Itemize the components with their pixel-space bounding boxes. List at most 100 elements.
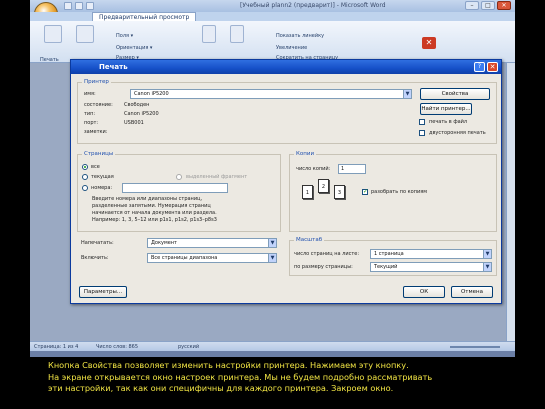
scale-group: Масштаб число страниц на листе: 1 страни… — [289, 237, 497, 276]
zoom-slider[interactable] — [450, 346, 500, 348]
print-what-select[interactable]: Документ ▼ — [147, 238, 277, 248]
ok-button[interactable]: ОК — [403, 286, 445, 298]
printer-port-value: USB001 — [124, 120, 144, 126]
ribbon-margins[interactable]: Поля ▾ — [116, 33, 133, 39]
fit-page-value: Текущий — [374, 264, 398, 270]
fit-page-label: по размеру страницы: — [294, 264, 353, 270]
subtitle-line-3: эти настройки, так как они специфичны дл… — [48, 383, 394, 393]
pages-selection-radio[interactable] — [176, 174, 182, 180]
chevron-down-icon[interactable]: ▼ — [268, 239, 276, 247]
scale-legend: Масштаб — [294, 237, 325, 243]
close-icon[interactable]: ✕ — [497, 1, 511, 10]
printer-status-label: состояние: — [84, 102, 113, 108]
duplex-checkbox[interactable] — [419, 130, 425, 136]
fit-page-select[interactable]: Текущий ▼ — [370, 262, 492, 272]
collate-sheet-3-label: 3 — [337, 190, 342, 196]
properties-button[interactable]: Свойства — [420, 88, 490, 100]
copies-group: Копии число копий: 1 1 2 3 разобрать по … — [289, 151, 497, 232]
copies-value: 1 — [341, 166, 345, 172]
printer-notes-label: заметки: — [84, 129, 108, 135]
dialog-title: Печать — [99, 63, 128, 71]
collate-sheet-3: 3 — [334, 185, 345, 199]
collate-sheet-2-label: 2 — [321, 184, 326, 190]
copies-input[interactable]: 1 — [338, 164, 366, 174]
print-what-value: Документ — [151, 240, 177, 246]
pages-legend: Страницы — [82, 151, 116, 157]
pages-numbers-label: номера: — [91, 185, 113, 191]
pages-group: Страницы все текущая выделенный фрагмент… — [77, 151, 281, 232]
word-title-bar: [Учебный plann2 (предварит)] - Microsoft… — [30, 0, 515, 12]
include-select[interactable]: Все страницы диапазона ▼ — [147, 253, 277, 263]
pages-help-line-1: Введите номера или диапазоны страниц, — [92, 196, 203, 202]
printer-legend: Принтер — [82, 79, 111, 85]
one-page-icon[interactable] — [230, 25, 244, 43]
window-controls: – □ ✕ — [465, 1, 511, 10]
chevron-down-icon[interactable]: ▼ — [403, 90, 411, 98]
pages-per-sheet-value: 1 страница — [374, 251, 404, 257]
print-to-file-checkbox[interactable] — [419, 119, 425, 125]
minimize-icon[interactable]: – — [465, 1, 479, 10]
copies-label: число копий: — [296, 166, 331, 172]
redo-icon[interactable] — [86, 2, 94, 10]
print-to-file-label: печать в файл — [429, 119, 468, 125]
collate-sheet-1: 1 — [302, 185, 313, 199]
collate-sheet-1-label: 1 — [305, 190, 310, 196]
printer-status-value: Свободен — [124, 102, 150, 108]
collate-sheet-2: 2 — [318, 179, 329, 193]
pages-numbers-input[interactable] — [122, 183, 228, 193]
undo-icon[interactable] — [75, 2, 83, 10]
pages-current-label: текущая — [91, 174, 114, 180]
printer-type-label: тип: — [84, 111, 96, 117]
ribbon-orientation[interactable]: Ориентация ▾ — [116, 45, 152, 51]
maximize-icon[interactable]: □ — [481, 1, 495, 10]
printer-port-label: порт: — [84, 120, 99, 126]
pages-help-line-3: начинается от начала документа или разде… — [92, 210, 217, 216]
find-printer-button[interactable]: Найти принтер... — [420, 103, 472, 115]
copies-legend: Копии — [294, 151, 317, 157]
pages-all-label: все — [91, 164, 100, 170]
close-preview-icon[interactable]: ✕ — [422, 37, 436, 49]
dialog-title-bar: Печать ? ✕ — [71, 60, 501, 74]
status-page: Страница: 1 из 4 — [34, 344, 79, 350]
status-bar: Страница: 1 из 4 Число слов: 865 русский — [30, 341, 515, 351]
collate-label: разобрать по копиям — [371, 189, 428, 195]
dialog-close-icon[interactable]: ✕ — [487, 62, 498, 72]
chevron-down-icon[interactable]: ▼ — [483, 263, 491, 271]
status-language: русский — [178, 344, 200, 350]
include-label: Включить: — [81, 255, 109, 261]
pages-selection-label: выделенный фрагмент — [186, 174, 248, 180]
subtitle-line-1: Кнопка Свойства позволяет изменить настр… — [48, 360, 409, 370]
print-icon[interactable] — [44, 25, 62, 43]
status-words: Число слов: 865 — [96, 344, 139, 350]
subtitle-caption: Кнопка Свойства позволяет изменить настр… — [48, 360, 518, 395]
ribbon-show-ruler[interactable]: Показать линейку — [276, 33, 324, 39]
subtitle-line-2: На экране открывается окно настроек прин… — [48, 371, 433, 382]
print-dialog: Печать ? ✕ Принтер имя: Canon iP5200 ▼ С… — [70, 59, 502, 304]
pages-help-line-2: разделенные запятыми. Нумерация страниц — [92, 203, 211, 209]
pages-help-line-4: Например: 1, 3, 5–12 или p1s1, p1s2, p1s… — [92, 217, 217, 223]
screen: [Учебный plann2 (предварит)] - Microsoft… — [30, 0, 515, 357]
page-setup-icon[interactable] — [76, 25, 94, 43]
chevron-down-icon[interactable]: ▼ — [483, 250, 491, 258]
pages-all-radio[interactable] — [82, 164, 88, 170]
pages-numbers-radio[interactable] — [82, 185, 88, 191]
save-icon[interactable] — [64, 2, 72, 10]
duplex-label: двусторонняя печать — [429, 130, 486, 136]
vertical-scrollbar[interactable] — [506, 63, 515, 345]
pages-current-radio[interactable] — [82, 174, 88, 180]
ribbon-magnifier[interactable]: Увеличение — [276, 45, 307, 51]
window-title: [Учебный plann2 (предварит)] - Microsoft… — [240, 2, 386, 9]
pages-per-sheet-label: число страниц на листе: — [294, 251, 359, 257]
zoom-icon[interactable] — [202, 25, 216, 43]
collate-checkbox[interactable] — [362, 188, 368, 195]
printer-name-select[interactable]: Canon iP5200 ▼ — [130, 89, 412, 99]
printer-group: Принтер имя: Canon iP5200 ▼ Свойства сос… — [77, 79, 497, 144]
cancel-button[interactable]: Отмена — [451, 286, 493, 298]
printer-type-value: Canon iP5200 — [124, 111, 159, 117]
include-value: Все страницы диапазона — [151, 255, 218, 261]
print-what-label: Напечатать: — [81, 240, 114, 246]
chevron-down-icon[interactable]: ▼ — [268, 254, 276, 262]
options-button[interactable]: Параметры... — [79, 286, 127, 298]
help-icon[interactable]: ? — [474, 62, 485, 72]
pages-per-sheet-select[interactable]: 1 страница ▼ — [370, 249, 492, 259]
